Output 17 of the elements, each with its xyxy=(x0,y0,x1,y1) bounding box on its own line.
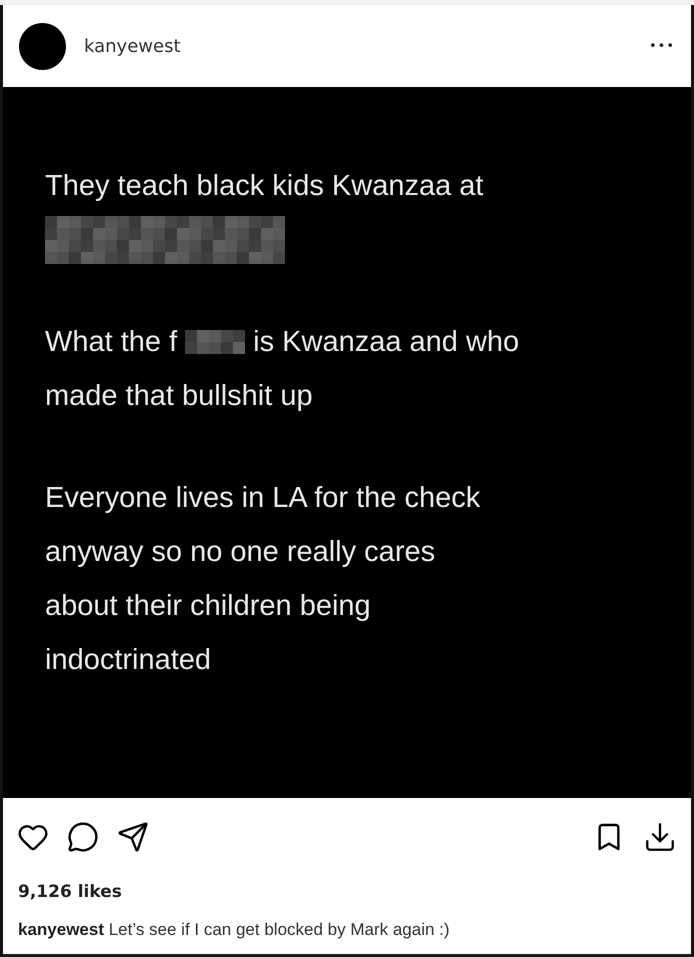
send-icon[interactable] xyxy=(117,821,149,853)
post-text-line: about their children being xyxy=(45,590,371,622)
avatar[interactable] xyxy=(19,22,66,70)
post-text-line: made that bullshit up xyxy=(45,380,313,412)
comment-icon[interactable] xyxy=(67,821,99,853)
more-options[interactable]: ••• xyxy=(648,38,675,54)
username[interactable]: kanyewest xyxy=(84,36,631,56)
download-icon[interactable] xyxy=(643,820,677,854)
redaction-mosaic xyxy=(185,330,246,354)
likes-count: 9,126 likes xyxy=(18,882,123,902)
post-text-line: Everyone lives in LA for the check xyxy=(45,482,480,514)
post-text-line: anyway so no one really cares xyxy=(45,536,436,568)
post-text-line: What the f xyxy=(45,326,178,358)
post-text-line: They teach black kids Kwanzaa at xyxy=(45,170,484,202)
post-text-line: indoctrinated xyxy=(45,644,212,676)
caption: kanyewest Let’s see if I can get blocked by Mark again :) xyxy=(18,920,451,940)
post-text-line: is Kwanzaa and who xyxy=(253,326,520,358)
